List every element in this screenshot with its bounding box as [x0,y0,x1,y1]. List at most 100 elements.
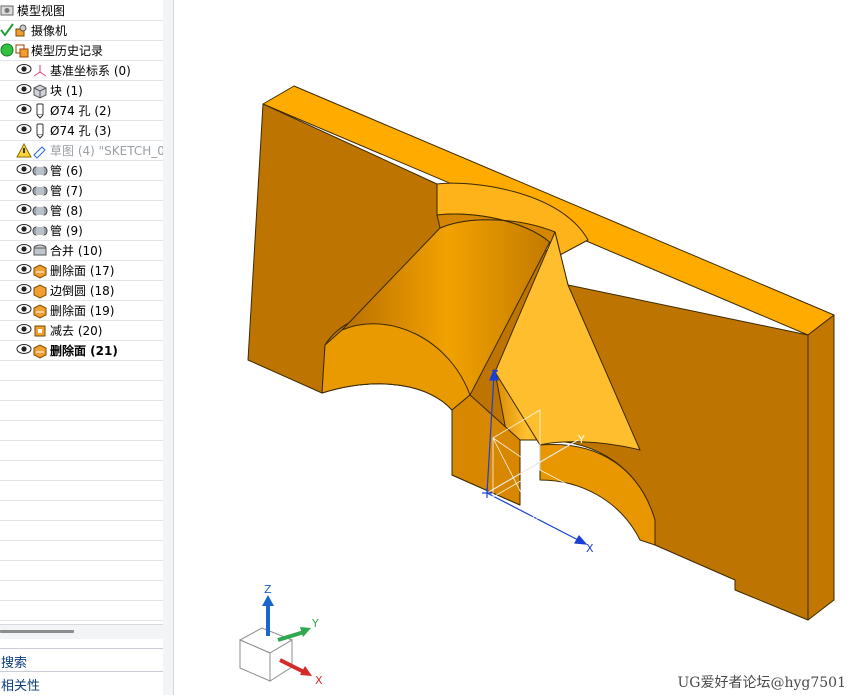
tree-node[interactable]: 基准坐标系 (0) [0,61,163,81]
empty-tree-row [0,461,163,481]
empty-tree-row [0,501,163,521]
visibility-eye-icon[interactable] [16,283,32,299]
tree-node[interactable]: 删除面 (19) [0,301,163,321]
tree-node[interactable]: 管 (6) [0,161,163,181]
tube-icon [32,203,48,219]
edge-blend-icon [32,283,48,299]
tree-node-label: 管 (9) [50,224,83,238]
visibility-eye-icon[interactable] [16,343,32,359]
tree-node-label: 模型历史记录 [31,44,104,58]
visibility-eye-icon[interactable] [16,263,32,279]
hole-icon [32,123,48,139]
tree-node-label: 模型视图 [17,4,66,18]
tree-node[interactable]: 模型历史记录 [0,41,163,61]
tree-node[interactable]: 管 (8) [0,201,163,221]
visibility-eye-icon[interactable] [16,163,32,179]
empty-tree-row [0,401,163,421]
tree-node[interactable]: 块 (1) [0,81,163,101]
hole-icon [32,103,48,119]
empty-tree-row [0,541,163,561]
tree-node-label: 减去 (20) [50,324,103,338]
csys-y-label: Y [577,433,585,446]
x-arrow [574,534,588,545]
visibility-eye-icon[interactable] [16,303,32,319]
watermark: UG爱好者论坛@hyg7501 [677,675,847,691]
visibility-eye-icon[interactable] [16,183,32,199]
tree-node[interactable]: 合并 (10) [0,241,163,261]
visibility-eye-icon[interactable] [16,63,32,79]
horizontal-scrollbar[interactable] [0,624,163,639]
tree-node[interactable]: 删除面 (17) [0,261,163,281]
tree-node[interactable]: Ø74 孔 (2) [0,101,163,121]
history-icon [14,43,30,59]
tree-node-label: 合并 (10) [50,244,103,258]
tree-node[interactable]: 模型视图 [0,1,163,21]
triad-z-label: Z [264,583,272,596]
empty-tree-row [0,421,163,441]
tree-node-label: 块 (1) [50,84,83,98]
tree-node[interactable]: Ø74 孔 (3) [0,121,163,141]
tree-node-label: 边倒圆 (18) [50,284,115,298]
visibility-eye-icon[interactable] [16,223,32,239]
delete-face-icon [32,343,48,359]
visibility-eye-icon[interactable] [16,323,32,339]
camera-icon [14,23,30,39]
visibility-eye-icon[interactable] [16,103,32,119]
tube-icon [32,183,48,199]
tree-node-label: 删除面 (19) [50,304,115,318]
search-panel-label: 搜索 [1,656,28,671]
subtract-icon [32,323,48,339]
graphics-viewport[interactable]: Z X Y Z Y X UG爱好者论坛@hyg7501 [174,0,850,695]
tree-node-label: Ø74 孔 (3) [50,124,112,138]
csys-x-label: X [586,542,594,555]
visibility-eye-icon[interactable] [16,243,32,259]
tree-node[interactable]: 管 (9) [0,221,163,241]
empty-tree-row [0,521,163,541]
empty-tree-row [0,561,163,581]
empty-tree-row [0,381,163,401]
tree-node-label: 删除面 (17) [50,264,115,278]
tree-node-label: 草图 (4) "SKETCH_0 [50,144,164,158]
visibility-eye-icon[interactable] [16,83,32,99]
empty-tree-row [0,481,163,501]
tree-node-label: 删除面 (21) [50,344,118,358]
tree-node[interactable]: 管 (7) [0,181,163,201]
tree-node-label: 管 (7) [50,184,83,198]
triad-x-label: X [315,674,323,687]
empty-tree-row [0,601,163,621]
tree-node-label: 管 (6) [50,164,83,178]
delete-face-icon [32,303,48,319]
tree-node[interactable]: 摄像机 [0,21,163,41]
scrollbar-thumb[interactable] [0,630,74,633]
empty-tree-row [0,441,163,461]
pane-splitter[interactable] [163,0,174,695]
tree-node-label: 基准坐标系 (0) [50,64,131,78]
triad-y-label: Y [311,617,319,630]
csys-z-label: Z [491,368,499,381]
empty-tree-row [0,581,163,601]
relevance-panel-label: 相关性 [1,679,41,694]
model-view-icon [0,3,16,19]
unite-icon [32,243,48,259]
warning-icon [16,142,32,159]
tree-node[interactable]: 草图 (4) "SKETCH_0 [0,141,163,161]
view-triad[interactable] [238,595,312,682]
search-panel-header[interactable]: 搜索 [0,648,163,671]
part-navigator: 模型视图摄像机模型历史记录基准坐标系 (0) 块 (1) Ø74 孔 (2) Ø74 … [0,0,164,695]
tube-icon [32,223,48,239]
block-icon [32,83,48,99]
visibility-eye-icon[interactable] [16,123,32,139]
relevance-panel-header[interactable]: 相关性 [0,671,163,694]
sketch-icon [32,143,48,159]
visibility-eye-icon[interactable] [16,203,32,219]
empty-tree-row [0,361,163,381]
tree-node[interactable]: 边倒圆 (18) [0,281,163,301]
model-canvas: Z X Y Z Y X [238,85,835,687]
tree-node-label: Ø74 孔 (2) [50,104,112,118]
datum-csys-icon [32,63,48,79]
tree-node[interactable]: 减去 (20) [0,321,163,341]
tree-node-label: 摄像机 [31,24,68,38]
tree-node[interactable]: 删除面 (21) [0,341,163,361]
part-right-face [807,314,835,621]
part-body [247,85,835,621]
